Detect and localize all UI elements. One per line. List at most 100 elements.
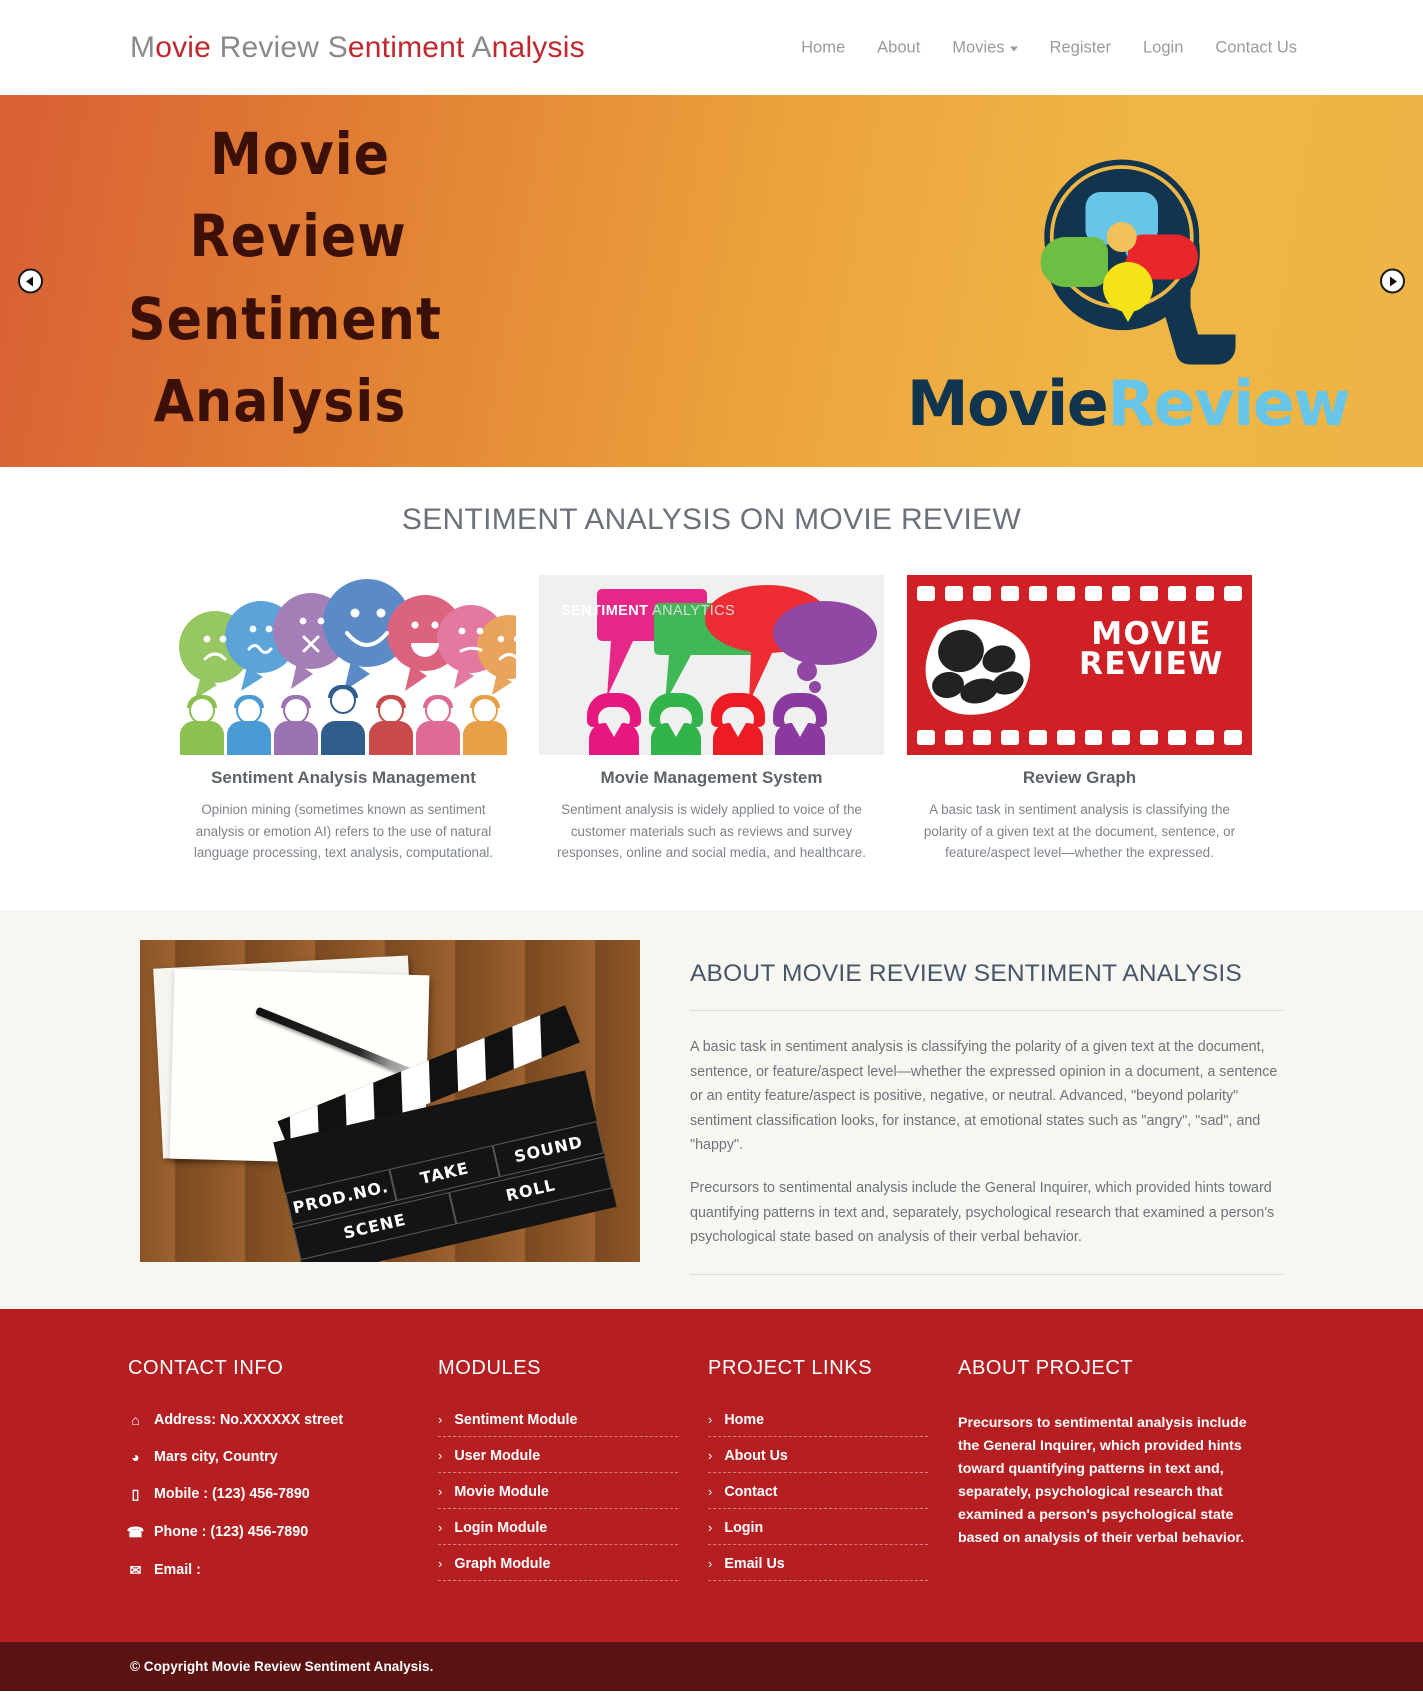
service-card-sentiment-analysis-management[interactable]: Sentiment Analysis Management Opinion mi…	[171, 575, 516, 864]
about-paragraph-1: A basic task in sentiment analysis is cl…	[690, 1039, 1278, 1154]
people-silhouettes-group	[179, 685, 508, 755]
footer-link-login-module[interactable]: › Login Module	[438, 1520, 678, 1545]
nav-item-register[interactable]: Register	[1034, 32, 1127, 63]
clapper-board: PROD.NO. TAKE SOUND SCENE ROLL	[273, 1070, 617, 1263]
chevron-right-icon: ›	[708, 1556, 713, 1572]
mobile-icon: ▯	[131, 1485, 140, 1502]
site-logo[interactable]: Movie Review Sentiment Analysis	[130, 31, 585, 65]
site-header: Movie Review Sentiment Analysis Home Abo…	[0, 0, 1423, 95]
service-card-text: A basic task in sentiment analysis is cl…	[923, 802, 1236, 861]
brand-rest-1: ovie	[155, 30, 220, 64]
film-text-line-2: REVIEW	[1079, 646, 1224, 683]
carousel-next-button[interactable]	[1380, 268, 1405, 294]
about-paragraph-2: Precursors to sentimental analysis inclu…	[690, 1180, 1275, 1246]
services-card-list: Sentiment Analysis Management Opinion mi…	[0, 575, 1423, 864]
footer-link-email-us[interactable]: › Email Us	[708, 1556, 928, 1581]
footer-heading-contact-info: CONTACT INFO	[128, 1356, 284, 1379]
nav-item-movies[interactable]: Movies	[936, 32, 1033, 63]
film-reel-icon	[893, 117, 1363, 387]
about-divider-top	[690, 1010, 1283, 1012]
services-title: SENTIMENT ANALYSIS ON MOVIE REVIEW	[401, 503, 1022, 536]
film-strip-graphic: MOVIE REVIEW	[907, 575, 1252, 755]
service-card-review-graph[interactable]: MOVIE REVIEW Review Graph A basic task i…	[907, 575, 1252, 864]
brand-rest-3: entiment	[347, 30, 472, 64]
chevron-right-icon: ›	[708, 1520, 713, 1536]
nav-item-contact-us[interactable]: Contact Us	[1199, 32, 1313, 63]
footer-link-sentiment-module[interactable]: › Sentiment Module	[438, 1412, 678, 1437]
hero-logo-word-review: Review	[1107, 367, 1350, 440]
footer-heading-about-project: ABOUT PROJECT	[958, 1356, 1134, 1379]
chevron-left-icon	[26, 276, 33, 286]
contact-address-text: Address: No.XXXXXX street	[154, 1411, 344, 1428]
footer-link-user-module[interactable]: › User Module	[438, 1448, 678, 1473]
contact-phone: ☎ Phone : (123) 456-7890	[126, 1523, 408, 1541]
nav-item-about[interactable]: About	[861, 32, 936, 63]
person-silhouette-7	[463, 695, 508, 755]
footer-link-label: Email Us	[724, 1555, 785, 1572]
contact-address: ⌂ Address: No.XXXXXX street	[128, 1412, 408, 1428]
nav-label-login: Login	[1143, 38, 1184, 56]
chevron-right-icon: ›	[708, 1448, 713, 1464]
person-silhouette-5	[368, 695, 413, 755]
contact-email-text: Email :	[154, 1562, 201, 1579]
brand-initial-4: A	[471, 30, 492, 64]
footer-link-movie-module[interactable]: › Movie Module	[438, 1484, 678, 1509]
footer-link-label: Sentiment Module	[454, 1411, 578, 1428]
footer-link-home[interactable]: › Home	[708, 1412, 928, 1437]
contact-city-text: Mars city, Country	[154, 1448, 278, 1465]
footer-link-login[interactable]: › Login	[708, 1520, 928, 1545]
person-silhouette-1	[179, 695, 224, 755]
phone-icon: ☎	[126, 1523, 145, 1540]
contact-phone-text: Phone : (123) 456-7890	[154, 1524, 309, 1541]
analytics-label: SENTIMENT ANALYTICS	[561, 603, 735, 619]
service-card-title: Movie Management System	[600, 768, 823, 787]
analytics-label-light: ANALYTICS	[648, 603, 736, 619]
hero-title: Movie Review Sentiment Analysis	[60, 113, 540, 442]
copyright-text: © Copyright Movie Review Sentiment Analy…	[130, 1658, 434, 1674]
footer-link-contact[interactable]: › Contact	[708, 1484, 928, 1509]
service-card-movie-management-system[interactable]: SENTIMENT ANALYTICS Movie Management Sys…	[539, 575, 884, 864]
service-card-text: Opinion mining (sometimes known as senti…	[193, 802, 494, 861]
kid-silhouette-1	[587, 693, 641, 755]
footer-column-about-project: ABOUT PROJECT Precursors to sentimental …	[958, 1357, 1295, 1600]
nav-label-register: Register	[1049, 38, 1111, 56]
copyright-bar: © Copyright Movie Review Sentiment Analy…	[0, 1641, 1423, 1691]
kid-silhouette-4	[773, 693, 827, 755]
site-footer: CONTACT INFO ⌂ Address: No.XXXXXX street…	[0, 1308, 1423, 1642]
kid-silhouette-2	[649, 693, 703, 755]
service-card-title: Review Graph	[1022, 768, 1137, 787]
sentiment-analytics-image: SENTIMENT ANALYTICS	[539, 575, 884, 755]
footer-link-label: Movie Module	[454, 1483, 549, 1500]
service-card-title: Sentiment Analysis Management	[211, 768, 476, 787]
service-card-text: Sentiment analysis is widely applied to …	[557, 802, 866, 861]
person-silhouette-2	[226, 695, 271, 755]
contact-email: ✉ Email :	[128, 1562, 408, 1579]
chevron-down-icon	[1009, 46, 1018, 51]
footer-column-modules: MODULES › Sentiment Module › User Module ›…	[438, 1357, 708, 1600]
nav-label-movies: Movies	[952, 38, 1005, 56]
nav-item-home[interactable]: Home	[785, 32, 861, 63]
footer-link-label: Login	[724, 1519, 764, 1536]
film-text-line-1: MOVIE	[1091, 616, 1212, 652]
hero-carousel: Movie Review Sentiment Analysis Movie Rev…	[0, 95, 1423, 467]
hero-title-line-1: Movie	[209, 120, 391, 188]
film-perforations-bottom	[907, 726, 1252, 748]
carousel-prev-button[interactable]	[18, 268, 43, 294]
footer-link-label: User Module	[454, 1447, 541, 1464]
nav-item-login[interactable]: Login	[1127, 32, 1199, 63]
hero-title-line-2: Review	[189, 202, 407, 271]
footer-link-label: Login Module	[454, 1519, 548, 1536]
person-silhouette-6	[415, 695, 461, 755]
footer-link-about-us[interactable]: › About Us	[708, 1448, 928, 1473]
footer-heading-modules: MODULES	[438, 1356, 542, 1379]
chevron-right-icon: ›	[708, 1484, 713, 1500]
kid-silhouette-3	[711, 693, 765, 755]
contact-city: ◕ Mars city, Country	[128, 1449, 408, 1465]
chevron-right-icon: ›	[708, 1412, 713, 1428]
brand-initial-2: R	[219, 30, 242, 64]
globe-icon: ◕	[131, 1448, 140, 1465]
nav-label-contact-us: Contact Us	[1215, 38, 1297, 56]
analytics-label-bold: SENTIMENT	[561, 603, 649, 619]
footer-link-graph-module[interactable]: › Graph Module	[438, 1556, 678, 1581]
chevron-right-icon: ›	[438, 1412, 443, 1428]
